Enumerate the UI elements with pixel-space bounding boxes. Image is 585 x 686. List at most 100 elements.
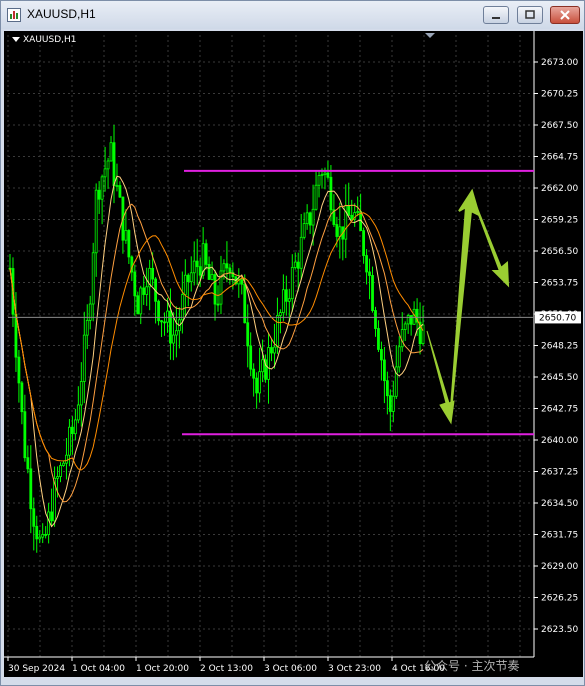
candle-body — [56, 476, 59, 479]
candle-body — [380, 349, 383, 361]
candle-body — [23, 411, 27, 459]
candle-body — [222, 263, 226, 272]
candle-body — [261, 359, 264, 373]
candle-body — [76, 404, 80, 421]
candle-body — [136, 295, 140, 315]
price-tick-label: 2631.75 — [541, 531, 578, 541]
price-tick-label: 2656.50 — [541, 247, 578, 257]
minimize-button[interactable] — [483, 6, 509, 24]
candle-body — [320, 174, 324, 176]
candle-body — [210, 274, 214, 280]
candle-body — [207, 263, 211, 280]
candle-body — [124, 230, 128, 241]
candle-body — [255, 377, 259, 394]
candle-body — [189, 272, 193, 283]
candle-body — [377, 328, 380, 350]
forecast-arrow-up — [449, 188, 481, 422]
candle-body — [79, 381, 83, 406]
candle-body — [400, 329, 404, 348]
chart-canvas[interactable]: 2673.00 2670.25 2667.50 2664.75 2662.00 2659.… — [4, 31, 583, 677]
candle-body — [100, 176, 104, 200]
candle-body — [94, 189, 98, 254]
candle-body — [85, 319, 89, 336]
candle-body — [258, 371, 262, 394]
price-tick-label: 2653.75 — [541, 279, 578, 289]
time-tick-label: 3 Oct 23:00 — [328, 664, 381, 674]
candle-body — [421, 324, 425, 344]
candle-body — [374, 310, 377, 329]
candle-body — [317, 175, 321, 186]
candle-body — [151, 267, 155, 280]
candle-body — [216, 303, 220, 306]
candle-body — [368, 271, 371, 276]
title-bar[interactable]: XAUUSD,H1 — [1, 1, 584, 29]
maximize-button[interactable] — [517, 6, 543, 24]
candle-body — [195, 260, 199, 268]
candle-body — [82, 334, 86, 382]
candle-body — [305, 212, 309, 225]
candle-body — [409, 315, 413, 325]
candle-body — [73, 419, 77, 435]
candle-body — [296, 261, 300, 269]
candle-body — [14, 313, 18, 358]
price-tick-label: 2667.50 — [541, 121, 578, 131]
candle-body — [174, 330, 178, 336]
chart-window-icon — [7, 8, 21, 22]
chart-symbol-text: XAUUSD,H1 — [23, 35, 77, 45]
candle-body — [172, 334, 175, 344]
time-tick-label: 1 Oct 20:00 — [136, 664, 189, 674]
candle-body — [160, 320, 163, 323]
candle-body — [71, 426, 74, 435]
candle-body — [145, 286, 149, 295]
candle-body — [198, 266, 202, 276]
candle-body — [166, 310, 169, 323]
candle-body — [311, 208, 315, 226]
price-tick-label: 2645.50 — [541, 373, 578, 383]
candle-body — [192, 260, 196, 274]
candle-body — [127, 230, 131, 258]
current-price-label: 2650.70 — [539, 313, 576, 323]
candle-body — [183, 274, 187, 295]
candle-body — [103, 168, 107, 178]
candle-body — [385, 380, 389, 397]
candle-body — [225, 263, 229, 269]
price-tick-label: 2662.00 — [541, 184, 578, 194]
candle-body — [270, 347, 273, 354]
candle-body — [91, 252, 95, 305]
candle-body — [281, 289, 285, 313]
candle-body — [323, 172, 327, 175]
candle-body — [139, 287, 143, 315]
candle-body — [29, 468, 33, 510]
price-chart[interactable]: 2673.00 2670.25 2667.50 2664.75 2662.00 2659.… — [4, 31, 583, 677]
candle-body — [204, 243, 208, 265]
candle-body — [249, 345, 253, 370]
candle-body — [65, 454, 68, 464]
candle-body — [329, 176, 333, 211]
candle-body — [273, 346, 276, 354]
candle-body — [350, 214, 354, 220]
candle-body — [133, 271, 137, 297]
candle-body — [397, 346, 401, 368]
candle-body — [290, 267, 294, 300]
chart-window: XAUUSD,H1 2673.00 2670.25 2667.50 2664.75 26… — [0, 0, 585, 686]
candle-body — [293, 261, 297, 268]
candle-body — [388, 395, 392, 412]
candle-body — [59, 465, 62, 477]
chart-shift-marker-icon — [425, 33, 435, 38]
candle-body — [68, 426, 71, 456]
time-tick-label: 30 Sep 2024 — [8, 664, 65, 674]
close-icon — [560, 10, 570, 20]
candle-body — [106, 160, 110, 170]
candle-body — [180, 294, 184, 321]
price-tick-label: 2659.25 — [541, 216, 578, 226]
candle-body — [20, 382, 24, 413]
candle-body — [44, 534, 48, 536]
candle-body — [109, 142, 113, 162]
candle-body — [287, 298, 291, 302]
price-tick-label: 2629.00 — [541, 562, 578, 572]
candle-body — [403, 323, 407, 330]
price-tick-label: 2648.25 — [541, 342, 578, 352]
close-button[interactable] — [550, 6, 580, 24]
candle-body — [391, 395, 395, 412]
candle-body — [213, 274, 217, 305]
